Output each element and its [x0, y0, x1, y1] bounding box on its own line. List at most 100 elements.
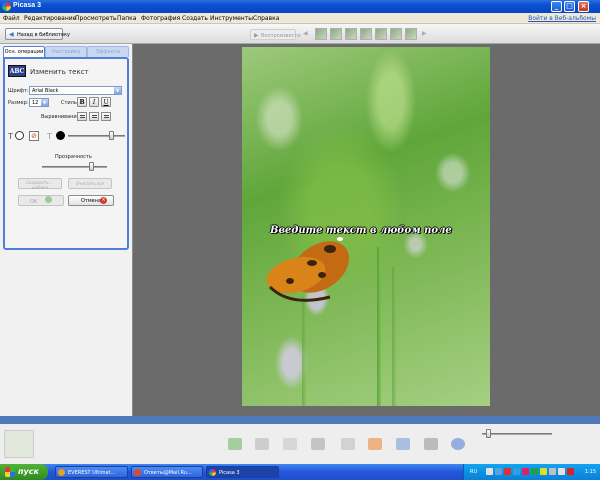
menu-folder[interactable]: Папка — [117, 15, 136, 22]
windows-logo-icon — [5, 467, 15, 477]
photo-info-bar — [0, 416, 600, 424]
no-outline-button[interactable]: ⊘ — [29, 131, 39, 141]
temperature-icon[interactable] — [540, 468, 547, 475]
email-icon[interactable] — [255, 438, 269, 450]
signin-link[interactable]: Войти в Веб-альбомы — [528, 15, 596, 22]
print-icon[interactable] — [283, 438, 297, 450]
title-bar: Picasa 3 _ □ × — [0, 0, 600, 13]
blogger-icon[interactable] — [368, 438, 382, 450]
chevron-down-icon: ▼ — [114, 87, 121, 94]
maximize-button[interactable]: □ — [564, 1, 575, 12]
menu-tools[interactable]: Инструменты — [210, 15, 253, 22]
collage-icon[interactable] — [396, 438, 410, 450]
clock: 1:15 — [584, 469, 596, 475]
menu-file[interactable]: Файл — [3, 15, 20, 22]
photo-image[interactable]: Введите текст в любом поле — [242, 47, 490, 406]
alignment-label: Выравнивание: — [41, 114, 82, 120]
grass-stem — [302, 297, 306, 406]
menu-view[interactable]: Просмотреть — [75, 15, 117, 22]
geotag-icon[interactable] — [451, 438, 465, 450]
security-icon[interactable] — [567, 468, 574, 475]
text-outline-icon: T — [47, 132, 52, 141]
align-left-button[interactable] — [77, 112, 87, 121]
temperature-icon[interactable] — [522, 468, 529, 475]
menu-create[interactable]: Создать — [182, 15, 208, 22]
temperature-icon[interactable] — [531, 468, 538, 475]
upload-icon[interactable] — [228, 438, 242, 450]
taskbar: пуск EVEREST Ultimat... Ответы@Mail.Ru..… — [0, 464, 600, 480]
next-photo-icon[interactable]: ▶ — [422, 30, 427, 37]
tab-effects[interactable]: Эффекты — [87, 46, 129, 57]
language-indicator[interactable]: RU — [470, 469, 477, 475]
save-template-button[interactable]: Сохранить ... шаблон — [18, 178, 62, 190]
opacity-slider-track[interactable] — [42, 166, 107, 168]
text-color-swatch[interactable] — [56, 131, 65, 140]
tray-app-icon[interactable] — [513, 468, 520, 475]
menu-bar: Файл Редактирование Просмотреть Папка Фо… — [0, 13, 600, 24]
size-select[interactable]: 12 ▼ — [29, 98, 49, 107]
bold-button[interactable]: B — [77, 97, 87, 107]
menu-help[interactable]: Справка — [253, 15, 279, 22]
task-picasa[interactable]: Picasa 3 — [206, 466, 279, 478]
photo-text-overlay[interactable]: Введите текст в любом поле — [270, 225, 490, 236]
toolbar: ◀ Назад в библиотеку ▶ Воспроизвести ◀ ▶ — [0, 24, 600, 44]
align-center-icon — [92, 115, 97, 119]
zoom-slider-thumb[interactable] — [486, 429, 491, 438]
cancel-button[interactable]: Отмена × — [68, 195, 114, 206]
back-to-library-button[interactable]: ◀ Назад в библиотеку — [5, 28, 70, 40]
filmstrip-thumbnail[interactable] — [360, 28, 372, 40]
export-icon[interactable] — [311, 438, 325, 450]
filmstrip-thumbnail[interactable] — [315, 28, 327, 40]
menu-photo[interactable]: Фотография — [141, 15, 180, 22]
clear-all-button[interactable]: Очистить все — [68, 178, 112, 189]
task-everest-label: EVEREST Ultimat... — [68, 470, 116, 476]
filmstrip-thumbnail[interactable] — [375, 28, 387, 40]
network-icon[interactable] — [486, 468, 493, 475]
task-browser[interactable]: Ответы@Mail.Ru... — [131, 466, 203, 478]
bottom-tray — [0, 424, 600, 464]
start-button[interactable]: пуск — [0, 464, 48, 480]
play-icon: ▶ — [254, 32, 259, 39]
opacity-slider-thumb[interactable] — [88, 162, 94, 171]
tray-app-icon[interactable] — [495, 468, 502, 475]
align-right-button[interactable] — [101, 112, 111, 121]
previous-photo-icon[interactable]: ◀ — [303, 30, 308, 37]
grass-stem — [377, 247, 381, 406]
tab-tuning[interactable]: Настройка — [45, 46, 87, 57]
zoom-slider-track[interactable] — [482, 433, 552, 435]
antivirus-icon[interactable] — [504, 468, 511, 475]
tab-basic-fixes[interactable]: Осн. операции — [3, 46, 45, 57]
underline-button[interactable]: U — [101, 97, 111, 107]
italic-button[interactable]: I — [89, 97, 99, 107]
volume-icon[interactable] — [558, 468, 565, 475]
outline-slider-thumb[interactable] — [108, 131, 114, 140]
close-button[interactable]: × — [578, 1, 589, 12]
text-tool-title: Изменить текст — [30, 68, 89, 76]
start-label: пуск — [18, 467, 39, 476]
cancel-label: Отмена — [81, 198, 102, 204]
size-label: Размер: — [8, 100, 29, 106]
outline-slider-track[interactable] — [68, 135, 125, 137]
filmstrip-thumbnail[interactable] — [405, 28, 417, 40]
tray-app-icon[interactable] — [549, 468, 556, 475]
menu-edit[interactable]: Редактирование — [24, 15, 76, 22]
grass-stem — [392, 267, 396, 406]
movie-icon[interactable] — [424, 438, 438, 450]
opera-icon — [134, 469, 141, 476]
filmstrip-thumbnail[interactable] — [390, 28, 402, 40]
picasa-app-icon — [2, 2, 11, 11]
fill-color-swatch[interactable] — [15, 131, 24, 140]
filmstrip-thumbnail[interactable] — [345, 28, 357, 40]
shop-icon[interactable] — [341, 438, 355, 450]
task-browser-label: Ответы@Mail.Ru... — [144, 470, 192, 476]
selection-tray[interactable] — [4, 430, 34, 458]
font-select[interactable]: Arial Black ▼ — [29, 86, 122, 95]
align-center-button[interactable] — [89, 112, 99, 121]
ok-button[interactable]: ОК — [18, 195, 64, 206]
ok-label: ОК — [29, 199, 38, 205]
play-slideshow-button[interactable]: ▶ Воспроизвести — [250, 29, 301, 40]
everest-icon — [58, 469, 65, 476]
filmstrip-thumbnail[interactable] — [330, 28, 342, 40]
task-everest[interactable]: EVEREST Ultimat... — [55, 466, 128, 478]
minimize-button[interactable]: _ — [551, 1, 562, 12]
